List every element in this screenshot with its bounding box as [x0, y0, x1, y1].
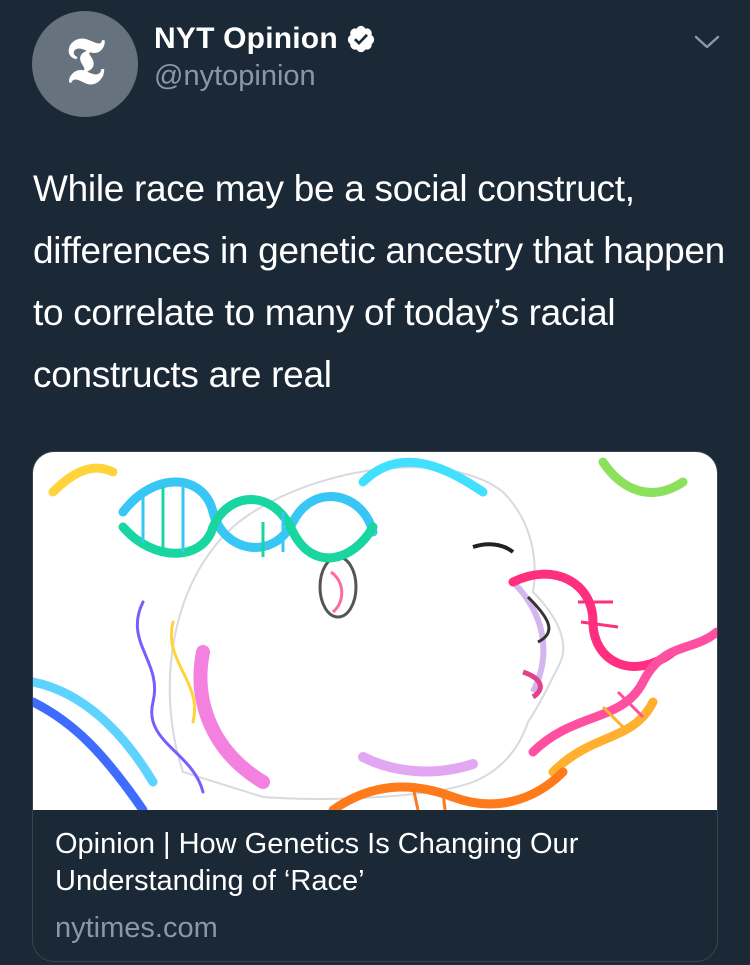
link-card[interactable]: Opinion | How Genetics Is Changing Our U…	[32, 451, 718, 962]
card-domain: nytimes.com	[55, 912, 218, 944]
author-handle[interactable]: @nytopinion	[154, 60, 316, 93]
dna-head-illustration	[33, 457, 717, 810]
display-name[interactable]: NYT Opinion	[154, 22, 338, 56]
author-name-row: NYT Opinion	[154, 22, 376, 56]
nyt-logo-icon: 𝕿	[65, 24, 105, 99]
card-image[interactable]	[33, 452, 717, 810]
avatar[interactable]: 𝕿	[32, 11, 138, 117]
card-title[interactable]: Opinion | How Genetics Is Changing Our U…	[55, 826, 695, 900]
verified-check-icon	[347, 25, 374, 53]
tweet-text: While race may be a social construct, di…	[33, 168, 725, 395]
chevron-down-icon[interactable]	[690, 30, 724, 54]
card-body: Opinion | How Genetics Is Changing Our U…	[55, 826, 695, 945]
